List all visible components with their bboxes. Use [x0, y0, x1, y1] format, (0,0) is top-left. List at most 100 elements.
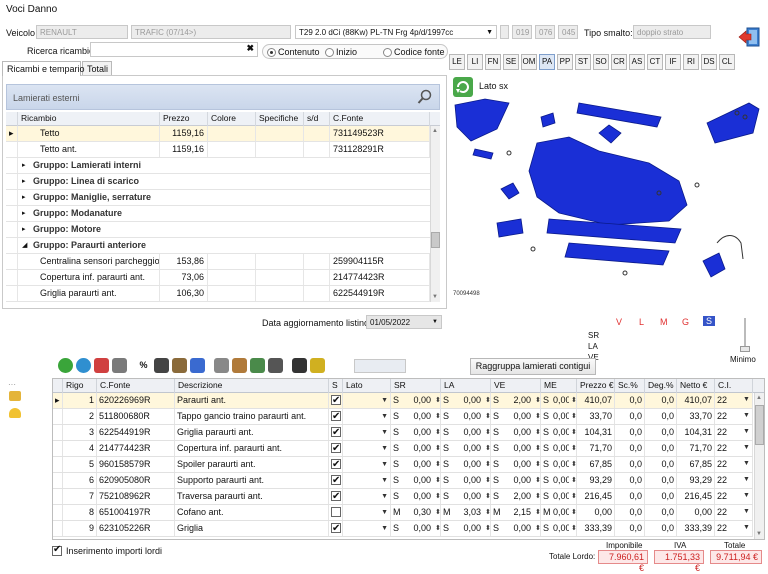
document-icon[interactable]	[154, 358, 169, 373]
col-prezzo[interactable]: Prezzo	[160, 112, 208, 126]
spin-icon[interactable]: ⬍	[483, 521, 491, 536]
part-row[interactable]: ▸ Tetto 1159,16 731149523R	[6, 126, 430, 142]
parts-scrollbar[interactable]: ▲ ▼	[430, 126, 440, 302]
col-netto[interactable]: Netto €	[677, 379, 715, 393]
chevron-down-icon[interactable]: ▼	[381, 505, 388, 520]
expand-icon[interactable]: ▸	[22, 193, 26, 201]
spin-icon[interactable]: ⬍	[433, 457, 441, 472]
ve-cell[interactable]: 0,00	[501, 441, 533, 456]
ve-cell[interactable]: 0,00	[501, 409, 533, 424]
spin-icon[interactable]: ⬍	[533, 473, 541, 488]
expand-icon[interactable]: ▸	[22, 177, 26, 185]
s-cell[interactable]	[329, 505, 343, 520]
section-tab-pp[interactable]: PP	[557, 54, 573, 70]
s-checkbox[interactable]	[331, 489, 341, 504]
lato-cell[interactable]: ▼	[343, 489, 391, 504]
la-cell[interactable]: 0,00	[451, 457, 483, 472]
exit-button[interactable]	[738, 26, 762, 48]
col-me[interactable]: ME	[541, 379, 577, 393]
section-tab-if[interactable]: IF	[665, 54, 681, 70]
spin-icon[interactable]: ⬍	[569, 521, 577, 536]
spin-icon[interactable]: ⬍	[569, 425, 577, 440]
me-cell[interactable]: 0,00	[551, 409, 569, 424]
s-cell[interactable]	[329, 409, 343, 424]
legend-s[interactable]: S	[703, 316, 716, 326]
labor-row[interactable]: 3622544919RGriglia paraurti ant.▼S0,00⬍S…	[53, 425, 753, 441]
col-ci[interactable]: C.I.	[715, 379, 753, 393]
spin-icon[interactable]: ⬍	[433, 409, 441, 424]
la-cell[interactable]: 0,00	[451, 473, 483, 488]
me-cell[interactable]: 0,00	[551, 521, 569, 536]
spin-icon[interactable]: ⬍	[533, 505, 541, 520]
col-cfonte[interactable]: C.Fonte	[330, 112, 430, 126]
spin-icon[interactable]: ⬍	[433, 425, 441, 440]
section-tab-as[interactable]: AS	[629, 54, 645, 70]
chevron-down-icon[interactable]: ▼	[381, 425, 388, 440]
search-input[interactable]: ✖	[90, 42, 258, 57]
ve-cell[interactable]: 0,00	[501, 521, 533, 536]
part-row[interactable]: Copertura inf. paraurti ant. 73,06 2147744…	[6, 270, 430, 286]
zoom-slider[interactable]	[738, 318, 752, 352]
expand-icon[interactable]: ▸	[22, 161, 26, 169]
la-cell[interactable]: 3,03	[451, 505, 483, 520]
labor-row[interactable]: 2 511800680R Tappo gancio traino paraurti …	[53, 409, 753, 425]
part-row[interactable]: Centralina sensori parcheggio 153,86 25990…	[6, 254, 430, 270]
group-row[interactable]: ▸ Gruppo: Lamierati interni	[6, 158, 430, 174]
tab-ricambi-tempario[interactable]: Ricambi e tempario	[2, 61, 85, 76]
la-cell[interactable]: 0,00	[451, 409, 483, 424]
chevron-down-icon[interactable]: ▼	[743, 476, 750, 483]
me-cell[interactable]: 0,00	[551, 473, 569, 488]
col-prezzo-eur[interactable]: Prezzo €	[577, 379, 615, 393]
chevron-down-icon[interactable]: ▼	[381, 489, 388, 504]
listino-date[interactable]: 01/05/2022 ▼	[366, 315, 442, 329]
labor-row[interactable]: ▸1620226969RParaurti ant.▼S0,00⬍S0,00⬍S2…	[53, 393, 753, 409]
folder-icon[interactable]	[9, 391, 21, 401]
spin-icon[interactable]: ⬍	[569, 489, 577, 504]
spin-icon[interactable]: ⬍	[483, 489, 491, 504]
legend-m[interactable]: M	[660, 317, 668, 327]
s-cell[interactable]	[329, 473, 343, 488]
group-row[interactable]: ▸ Gruppo: Modanature	[6, 206, 430, 222]
col-rigo[interactable]: Rigo	[63, 379, 97, 393]
legend-v[interactable]: V	[616, 317, 622, 327]
lato-cell[interactable]: ▼	[343, 409, 391, 424]
s-cell[interactable]	[329, 489, 343, 504]
lato-cell[interactable]: ▼	[343, 457, 391, 472]
ve-cell[interactable]: 2,15	[501, 505, 533, 520]
lato-cell[interactable]: ▼	[343, 441, 391, 456]
expanded-icon[interactable]: ◢	[22, 241, 27, 249]
spin-icon[interactable]: ⬍	[433, 505, 441, 520]
motorcycle-icon[interactable]	[292, 358, 307, 373]
s-checkbox[interactable]	[331, 457, 341, 472]
la-cell[interactable]: 0,00	[451, 441, 483, 456]
chevron-down-icon[interactable]: ▼	[381, 409, 388, 424]
spin-icon[interactable]: ⬍	[569, 441, 577, 456]
scroll-up-icon[interactable]: ▲	[756, 395, 762, 401]
make-field[interactable]: RENAULT	[36, 25, 128, 39]
expand-icon[interactable]: ▸	[22, 209, 26, 217]
me-cell[interactable]: 0,00	[551, 489, 569, 504]
col-lab-cfonte[interactable]: C.Fonte	[97, 379, 175, 393]
version-select[interactable]: T29 2.0 dCi (88Kw) PL-TN Frg 4p/d/1997cc…	[295, 25, 497, 39]
spin-icon[interactable]: ⬍	[483, 505, 491, 520]
sr-cell[interactable]: 0,30	[401, 505, 433, 520]
col-specifiche[interactable]: Specifiche	[256, 112, 304, 126]
chevron-down-icon[interactable]: ▼	[743, 444, 750, 451]
diamond-icon[interactable]	[172, 358, 187, 373]
image-icon[interactable]	[250, 358, 265, 373]
expand-icon[interactable]: ▸	[22, 225, 26, 233]
ve-cell[interactable]: 0,00	[501, 425, 533, 440]
col-descrizione[interactable]: Descrizione	[175, 379, 329, 393]
ve-cell[interactable]: 0,00	[501, 457, 533, 472]
helmet-icon[interactable]	[9, 408, 21, 418]
group-row[interactable]: ▸ Gruppo: Maniglie, serrature	[6, 190, 430, 206]
spin-icon[interactable]: ⬍	[483, 457, 491, 472]
scroll-thumb[interactable]	[431, 232, 440, 248]
group-row[interactable]: ▸ Gruppo: Linea di scarico	[6, 174, 430, 190]
s-cell[interactable]	[329, 425, 343, 440]
chevron-down-icon[interactable]: ▼	[743, 412, 750, 419]
tab-totali[interactable]: Totali	[82, 61, 112, 76]
col-sd[interactable]: s/d	[304, 112, 330, 126]
chevron-down-icon[interactable]: ▼	[743, 524, 750, 531]
labor-row[interactable]: 8 651004197R Cofano ant. ▼ M 0,30 ⬍ M 3,03 ⬍ M 2,15…	[53, 505, 753, 521]
